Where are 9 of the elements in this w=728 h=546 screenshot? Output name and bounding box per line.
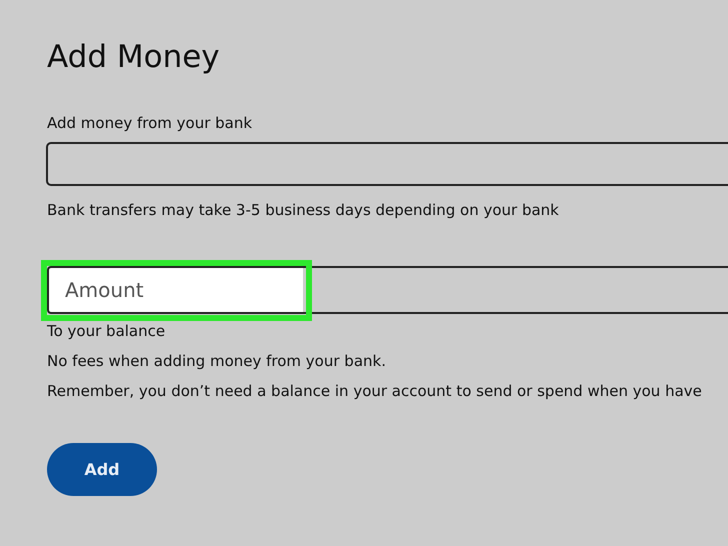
info-text: No fees when adding money from your bank. bbox=[47, 352, 387, 370]
page-title: Add Money bbox=[47, 38, 221, 76]
field-label: Add money from your bank bbox=[47, 114, 254, 132]
amount-input[interactable]: Amount bbox=[49, 268, 303, 312]
info-text: Remember, you don’t need a balance in your account to send or spend when you have bbox=[47, 382, 703, 400]
add-button[interactable]: Add bbox=[47, 443, 157, 496]
transfer-note: Bank transfers may take 3-5 business days depending on your bank bbox=[47, 201, 560, 219]
bank-field[interactable] bbox=[46, 142, 728, 186]
amount-caption: To your balance bbox=[47, 322, 166, 340]
